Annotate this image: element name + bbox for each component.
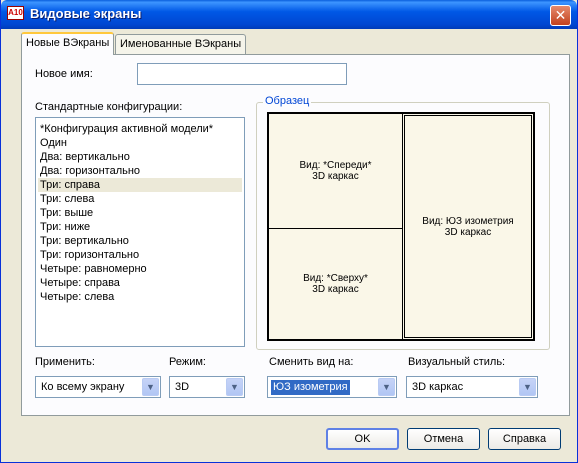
apply-select[interactable]: Ко всему экрану ▼ [35,376,161,398]
preview-group-title: Образец [263,95,312,107]
title-bar[interactable]: A10 Видовые экраны ✕ [1,0,577,29]
list-item[interactable]: Четыре: равномерно [38,262,242,276]
standard-configs-list[interactable]: *Конфигурация активной модели* Один Два:… [35,117,245,347]
viewports-dialog: A10 Видовые экраны ✕ Новые ВЭкраны Имено… [0,0,578,463]
new-name-input[interactable] [137,63,347,85]
list-item[interactable]: Один [38,136,242,150]
viewport-sw-iso[interactable]: Вид: ЮЗ изометрия 3D каркас [402,113,534,340]
list-item[interactable]: Два: вертикально [38,150,242,164]
close-button[interactable]: ✕ [550,5,571,26]
viewport-top[interactable]: Вид: *Сверху* 3D каркас [268,228,403,340]
help-button[interactable]: Справка [488,428,561,450]
dialog-title: Видовые экраны [30,6,142,21]
list-item-selected[interactable]: Три: справа [38,178,242,192]
mode-value: 3D [175,381,190,393]
chevron-down-icon[interactable]: ▼ [519,378,536,396]
viewport-front[interactable]: Вид: *Спереди* 3D каркас [268,113,403,229]
viewport-style-label: 3D каркас [444,226,492,238]
autocad-app-icon: A10 [7,6,24,20]
standard-configs-label: Стандартные конфигурации: [35,101,183,113]
tab-named-viewports[interactable]: Именованные ВЭкраны [115,34,247,54]
list-item[interactable]: Четыре: справа [38,276,242,290]
visual-style-value: 3D каркас [412,381,464,393]
list-item[interactable]: Три: слева [38,192,242,206]
preview-area: Вид: *Спереди* 3D каркас Вид: *Сверху* 3… [267,112,535,341]
new-name-label: Новое имя: [35,68,93,80]
chevron-down-icon[interactable]: ▼ [142,378,159,396]
change-view-label: Сменить вид на: [269,356,354,368]
viewport-style-label: 3D каркас [312,284,359,295]
list-item[interactable]: Три: вертикально [38,234,242,248]
change-view-select[interactable]: ЮЗ изометрия ▼ [267,376,397,398]
list-item[interactable]: Три: горизонтально [38,248,242,262]
apply-value: Ко всему экрану [41,381,125,393]
viewport-view-label: Вид: *Спереди* [299,160,372,171]
apply-label: Применить: [35,356,95,368]
visual-style-label: Визуальный стиль: [408,356,506,368]
chevron-down-icon[interactable]: ▼ [378,378,395,396]
mode-select[interactable]: 3D ▼ [169,376,245,398]
visual-style-select[interactable]: 3D каркас ▼ [406,376,538,398]
ok-button[interactable]: OK [326,428,399,450]
list-item[interactable]: Три: выше [38,206,242,220]
cancel-button[interactable]: Отмена [407,428,480,450]
close-icon: ✕ [554,7,567,23]
viewport-style-label: 3D каркас [312,171,359,182]
change-view-value: ЮЗ изометрия [271,380,350,395]
viewport-view-label: Вид: ЮЗ изометрия [422,215,514,227]
chevron-down-icon[interactable]: ▼ [226,378,243,396]
mode-label: Режим: [169,356,206,368]
list-item[interactable]: *Конфигурация активной модели* [38,122,242,136]
list-item[interactable]: Два: горизонтально [38,164,242,178]
viewport-view-label: Вид: *Сверху* [303,273,368,284]
list-item[interactable]: Четыре: слева [38,290,242,304]
tab-new-viewports[interactable]: Новые ВЭкраны [21,32,115,55]
list-item[interactable]: Три: ниже [38,220,242,234]
